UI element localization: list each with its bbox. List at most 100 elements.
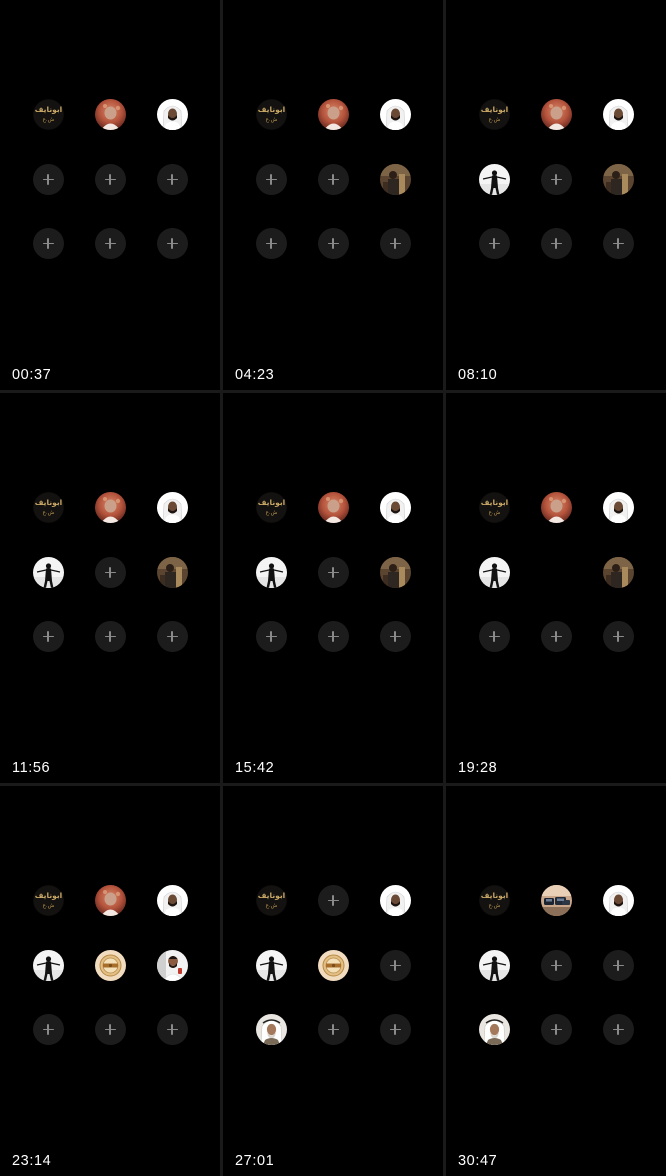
add-icon[interactable] <box>317 163 349 195</box>
logo-abu-nayef[interactable]: ابونايف ش.ع <box>32 491 64 523</box>
logo-text-line1: ابونايف <box>480 498 507 507</box>
avatar-white-ghutra[interactable] <box>156 884 188 916</box>
add-icon[interactable] <box>32 227 64 259</box>
avatar-brown-photo[interactable] <box>156 556 188 588</box>
avatar-red-portrait[interactable] <box>94 98 126 130</box>
avatar-cars-photo[interactable] <box>540 884 572 916</box>
avatar-elder-ghutra[interactable] <box>255 1013 287 1045</box>
screenshot-panel: ابونايف ش.ع 23:14 <box>0 786 220 1176</box>
avatar-silhouette-white[interactable] <box>255 949 287 981</box>
empty-slot <box>541 557 572 588</box>
avatar-silhouette-white[interactable] <box>32 949 64 981</box>
avatar-silhouette-white[interactable] <box>255 556 287 588</box>
logo-text-line2: ش.ع <box>42 903 54 909</box>
add-icon[interactable] <box>379 620 411 652</box>
logo-text-line2: ش.ع <box>488 510 500 516</box>
logo-abu-nayef[interactable]: ابونايف ش.ع <box>478 98 510 130</box>
add-icon[interactable] <box>540 163 572 195</box>
avatar-silhouette-white[interactable] <box>478 556 510 588</box>
add-icon[interactable] <box>602 1013 634 1045</box>
add-icon[interactable] <box>94 556 126 588</box>
avatar-white-ghutra[interactable] <box>379 491 411 523</box>
logo-abu-nayef[interactable]: ابونايف ش.ع <box>255 491 287 523</box>
avatar-white-ghutra[interactable] <box>379 98 411 130</box>
avatar-red-portrait[interactable] <box>94 491 126 523</box>
avatar-gold-emblem[interactable] <box>94 949 126 981</box>
logo-text-line1: ابونايف <box>257 891 284 900</box>
logo-text-line2: ش.ع <box>265 903 277 909</box>
logo-abu-nayef[interactable]: ابونايف ش.ع <box>32 98 64 130</box>
avatar-white-ghutra[interactable] <box>156 98 188 130</box>
add-icon[interactable] <box>602 227 634 259</box>
add-icon[interactable] <box>317 884 349 916</box>
logo-abu-nayef[interactable]: ابونايف ش.ع <box>255 98 287 130</box>
avatar-elder-ghutra[interactable] <box>478 1013 510 1045</box>
avatar-white-ghutra[interactable] <box>602 884 634 916</box>
add-icon[interactable] <box>32 620 64 652</box>
add-icon[interactable] <box>317 1013 349 1045</box>
logo-text-line1: ابونايف <box>34 891 61 900</box>
avatar-red-portrait[interactable] <box>317 491 349 523</box>
logo-text-line1: ابونايف <box>480 105 507 114</box>
add-icon[interactable] <box>32 163 64 195</box>
add-icon[interactable] <box>540 1013 572 1045</box>
add-icon[interactable] <box>379 227 411 259</box>
screenshot-panel: ابونايف ش.ع 30:47 <box>446 786 666 1176</box>
add-icon[interactable] <box>317 556 349 588</box>
add-icon[interactable] <box>156 227 188 259</box>
avatar-gold-emblem[interactable] <box>317 949 349 981</box>
logo-abu-nayef[interactable]: ابونايف ش.ع <box>478 491 510 523</box>
add-icon[interactable] <box>540 620 572 652</box>
add-icon[interactable] <box>255 620 287 652</box>
add-icon[interactable] <box>156 163 188 195</box>
avatar-silhouette-white[interactable] <box>32 556 64 588</box>
timestamp-label: 23:14 <box>12 1153 52 1169</box>
avatar-red-portrait[interactable] <box>317 98 349 130</box>
screenshot-panel: ابونايف ش.ع 00:37 <box>0 0 220 390</box>
timestamp-label: 08:10 <box>458 367 498 383</box>
avatar-red-portrait[interactable] <box>540 98 572 130</box>
timestamp-label: 30:47 <box>458 1153 498 1169</box>
avatar-man-speaking[interactable] <box>156 949 188 981</box>
avatar-silhouette-white[interactable] <box>478 949 510 981</box>
add-icon[interactable] <box>94 227 126 259</box>
timestamp-label: 00:37 <box>12 367 52 383</box>
screenshot-panel: ابونايف ش.ع 19:28 <box>446 393 666 783</box>
add-icon[interactable] <box>602 620 634 652</box>
add-icon[interactable] <box>94 620 126 652</box>
avatar-white-ghutra[interactable] <box>156 491 188 523</box>
timestamp-label: 04:23 <box>235 367 275 383</box>
avatar-silhouette-white[interactable] <box>478 163 510 195</box>
logo-abu-nayef[interactable]: ابونايف ش.ع <box>32 884 64 916</box>
add-icon[interactable] <box>317 620 349 652</box>
avatar-red-portrait[interactable] <box>94 884 126 916</box>
avatar-white-ghutra[interactable] <box>379 884 411 916</box>
add-icon[interactable] <box>540 227 572 259</box>
screenshot-panel: ابونايف ش.ع 27:01 <box>223 786 443 1176</box>
timestamp-label: 15:42 <box>235 760 275 776</box>
avatar-white-ghutra[interactable] <box>602 491 634 523</box>
add-icon[interactable] <box>317 227 349 259</box>
avatar-brown-photo[interactable] <box>379 163 411 195</box>
add-icon[interactable] <box>379 949 411 981</box>
add-icon[interactable] <box>94 1013 126 1045</box>
add-icon[interactable] <box>32 1013 64 1045</box>
avatar-brown-photo[interactable] <box>602 556 634 588</box>
avatar-red-portrait[interactable] <box>540 491 572 523</box>
add-icon[interactable] <box>602 949 634 981</box>
add-icon[interactable] <box>156 1013 188 1045</box>
add-icon[interactable] <box>94 163 126 195</box>
add-icon[interactable] <box>255 227 287 259</box>
logo-text-line2: ش.ع <box>265 510 277 516</box>
logo-abu-nayef[interactable]: ابونايف ش.ع <box>478 884 510 916</box>
add-icon[interactable] <box>156 620 188 652</box>
avatar-white-ghutra[interactable] <box>602 98 634 130</box>
avatar-brown-photo[interactable] <box>602 163 634 195</box>
add-icon[interactable] <box>540 949 572 981</box>
avatar-brown-photo[interactable] <box>379 556 411 588</box>
add-icon[interactable] <box>255 163 287 195</box>
add-icon[interactable] <box>478 227 510 259</box>
logo-abu-nayef[interactable]: ابونايف ش.ع <box>255 884 287 916</box>
add-icon[interactable] <box>478 620 510 652</box>
add-icon[interactable] <box>379 1013 411 1045</box>
